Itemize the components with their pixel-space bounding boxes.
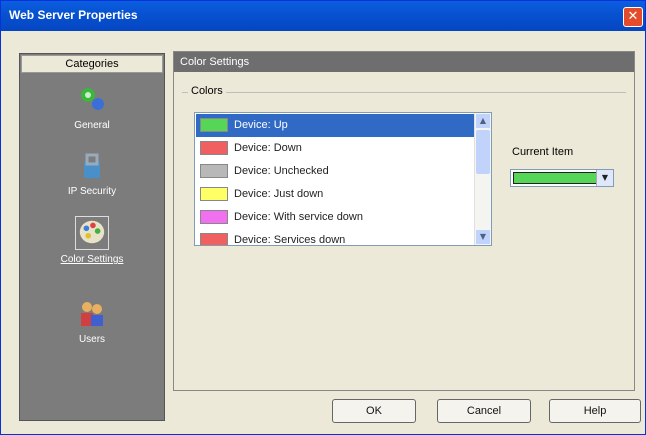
list-item-label: Device: Just down: [234, 188, 324, 200]
sidebar-item-label: General: [74, 120, 110, 131]
color-settings-panel: Color Settings Colors Device: Up Device:…: [173, 51, 635, 391]
sidebar-item-general[interactable]: General: [30, 84, 154, 144]
security-icon: [76, 150, 108, 182]
panel-title: Color Settings: [174, 52, 634, 72]
colors-group-label: Colors: [188, 85, 226, 97]
color-list[interactable]: Device: Up Device: Down Device: Unchecke…: [194, 112, 492, 246]
sidebar-item-users[interactable]: Users: [30, 298, 154, 358]
sidebar-item-ip-security[interactable]: IP Security: [30, 150, 154, 210]
categories-sidebar: Categories General IP Security Color Set…: [19, 53, 165, 421]
dialog-window: Web Server Properties ✕ Categories Gener…: [0, 0, 646, 435]
color-swatch: [200, 164, 228, 178]
window-title: Web Server Properties: [9, 8, 138, 22]
sidebar-item-label: Users: [78, 334, 106, 345]
categories-header: Categories: [21, 55, 163, 73]
sidebar-item-color-settings[interactable]: Color Settings: [30, 216, 154, 276]
scroll-thumb[interactable]: [476, 130, 490, 174]
list-item[interactable]: Device: Unchecked: [196, 160, 476, 183]
close-icon: ✕: [627, 9, 639, 24]
list-item-label: Device: Up: [234, 119, 288, 131]
network-nodes-icon: [76, 84, 108, 116]
scroll-down-icon[interactable]: ▼: [476, 230, 490, 244]
color-swatch: [200, 210, 228, 224]
color-swatch: [200, 118, 228, 132]
help-button[interactable]: Help: [549, 399, 641, 423]
title-bar[interactable]: Web Server Properties ✕: [1, 1, 645, 31]
list-item-label: Device: Down: [234, 142, 302, 154]
list-item[interactable]: Device: Down: [196, 137, 476, 160]
ok-button[interactable]: OK: [332, 399, 416, 423]
list-item-label: Device: With service down: [234, 211, 363, 223]
list-item[interactable]: Device: Services down: [196, 229, 476, 246]
sidebar-item-label: Color Settings: [60, 254, 124, 265]
scroll-up-icon[interactable]: ▲: [476, 114, 490, 128]
list-item-label: Device: Services down: [234, 234, 346, 246]
list-item-label: Device: Unchecked: [234, 165, 329, 177]
current-color-swatch: [513, 172, 597, 184]
current-item-color-dropdown[interactable]: ▼: [510, 169, 614, 187]
list-item[interactable]: Device: Just down: [196, 183, 476, 206]
cancel-button[interactable]: Cancel: [437, 399, 531, 423]
palette-icon: [75, 216, 109, 250]
sidebar-item-label: IP Security: [67, 186, 117, 197]
color-swatch: [200, 141, 228, 155]
list-item[interactable]: Device: With service down: [196, 206, 476, 229]
users-icon: [76, 298, 108, 330]
color-swatch: [200, 187, 228, 201]
color-swatch: [200, 233, 228, 245]
close-button[interactable]: ✕: [623, 7, 643, 27]
list-scrollbar[interactable]: ▲ ▼: [474, 113, 491, 245]
current-item-label: Current Item: [512, 146, 574, 158]
chevron-down-icon[interactable]: ▼: [596, 170, 613, 186]
list-item[interactable]: Device: Up: [196, 114, 476, 137]
